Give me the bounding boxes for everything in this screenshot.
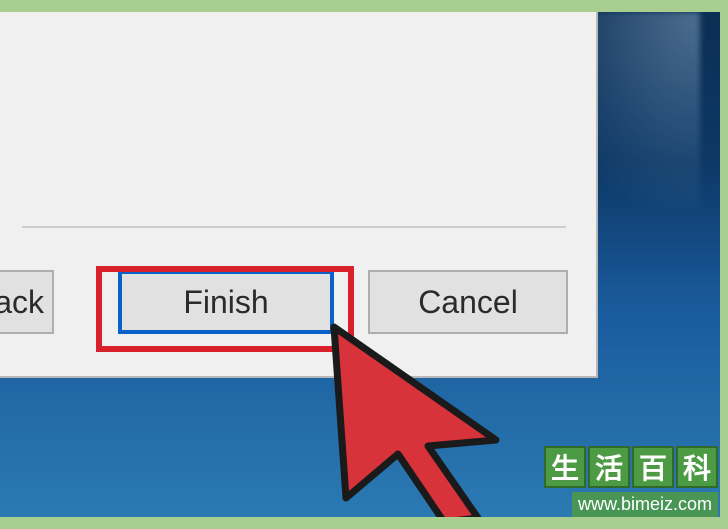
dialog-content <box>0 12 596 248</box>
watermark-char: 科 <box>676 446 718 488</box>
watermark-char: 百 <box>632 446 674 488</box>
wizard-dialog: ack Finish Cancel <box>0 12 598 378</box>
watermark-char: 生 <box>544 446 586 488</box>
watermark-char: 活 <box>588 446 630 488</box>
watermark: 生 活 百 科 www.bimeiz.com <box>544 446 718 517</box>
back-button[interactable]: ack <box>0 270 54 334</box>
cancel-button-label: Cancel <box>418 284 518 321</box>
back-button-label: ack <box>0 284 44 321</box>
finish-button-label: Finish <box>183 284 268 321</box>
divider-line <box>22 226 566 228</box>
watermark-url: www.bimeiz.com <box>572 492 718 517</box>
cancel-button[interactable]: Cancel <box>368 270 568 334</box>
watermark-logo: 生 活 百 科 <box>544 446 718 488</box>
button-row: ack Finish Cancel <box>0 270 596 340</box>
finish-button[interactable]: Finish <box>118 270 334 334</box>
